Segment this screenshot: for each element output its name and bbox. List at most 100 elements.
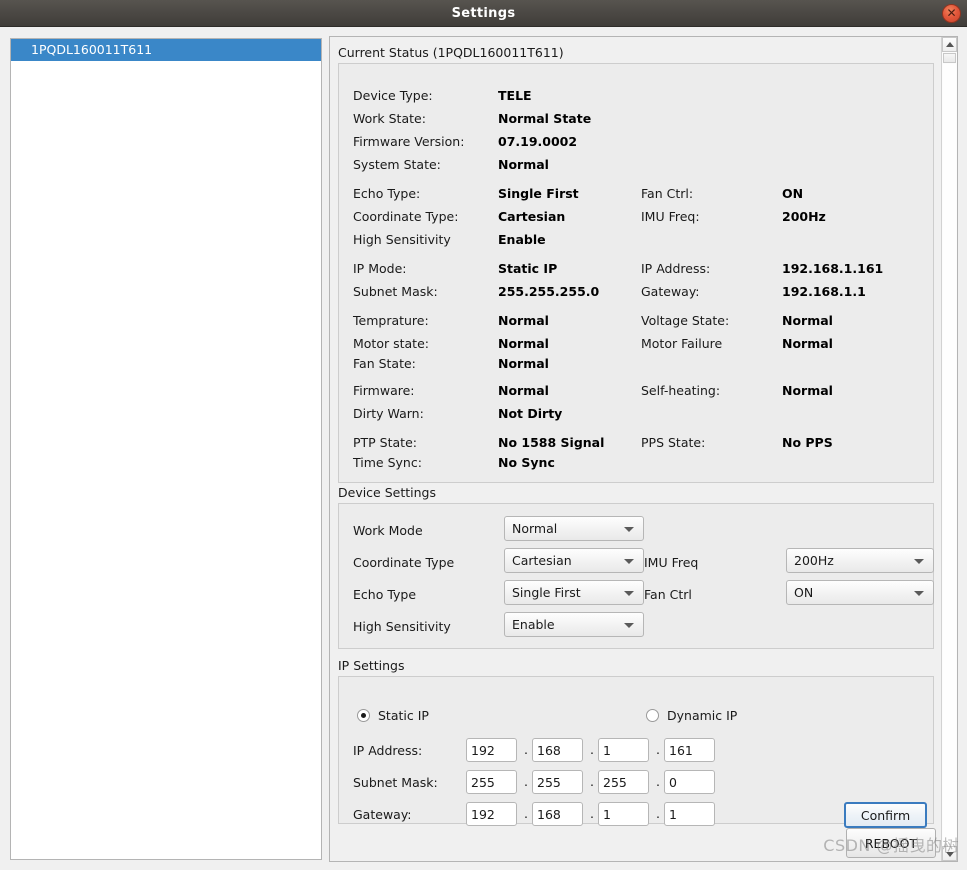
ip-settings-title: IP Settings <box>338 658 405 673</box>
chevron-down-icon <box>914 559 924 564</box>
status-value-ptp-state: No 1588 Signal <box>498 435 605 450</box>
status-value-dirty-warn: Not Dirty <box>498 406 563 421</box>
status-value-gateway: 192.168.1.1 <box>782 284 866 299</box>
confirm-button[interactable]: Confirm <box>844 802 927 828</box>
status-label-coordinate-type: Coordinate Type: <box>353 209 459 224</box>
gateway-separator-3: . <box>656 806 660 821</box>
status-value-motor-failure: Normal <box>782 336 833 351</box>
combo-imu-freq[interactable]: 200Hz <box>786 548 934 573</box>
status-label-imu-freq: IMU Freq: <box>641 209 700 224</box>
subnet-mask-separator-2: . <box>590 774 594 789</box>
label-imu-freq: IMU Freq <box>644 555 699 570</box>
status-value-echo-type: Single First <box>498 186 579 201</box>
status-label-fan-state: Fan State: <box>353 356 416 371</box>
status-value-firmware: Normal <box>498 383 549 398</box>
status-label-motor-failure: Motor Failure <box>641 336 723 351</box>
window-title: Settings <box>451 6 516 21</box>
status-value-subnet-mask: 255.255.255.0 <box>498 284 600 299</box>
chevron-down-icon <box>624 623 634 628</box>
settings-window: Settings ✕ 1PQDL160011T611 Current Statu… <box>0 0 967 870</box>
input-ip-address-octet-2[interactable] <box>532 738 583 762</box>
device-settings-group: Device Settings Work Mode Normal Coordin… <box>338 485 934 649</box>
input-gateway-octet-3[interactable] <box>598 802 649 826</box>
scrollbar-track[interactable] <box>943 64 956 845</box>
input-ip-address-octet-4[interactable] <box>664 738 715 762</box>
status-value-time-sync: No Sync <box>498 455 555 470</box>
combo-fan-ctrl[interactable]: ON <box>786 580 934 605</box>
input-ip-address-octet-1[interactable] <box>466 738 517 762</box>
vertical-scrollbar[interactable] <box>941 37 957 861</box>
input-subnet-mask-octet-2[interactable] <box>532 770 583 794</box>
ip-address-separator-2: . <box>590 742 594 757</box>
status-value-temprature: Normal <box>498 313 549 328</box>
status-label-motor-state: Motor state: <box>353 336 429 351</box>
input-subnet-mask-octet-1[interactable] <box>466 770 517 794</box>
status-label-dirty-warn: Dirty Warn: <box>353 406 424 421</box>
label-subnet-mask: Subnet Mask: <box>353 775 438 790</box>
combo-high-sensitivity-value: Enable <box>512 617 555 632</box>
status-label-high-sensitivity: High Sensitivity <box>353 232 451 247</box>
gateway-separator-1: . <box>524 806 528 821</box>
subnet-mask-separator-3: . <box>656 774 660 789</box>
combo-fan-ctrl-value: ON <box>794 585 814 600</box>
status-value-work-state: Normal State <box>498 111 592 126</box>
status-label-voltage-state: Voltage State: <box>641 313 730 328</box>
status-value-self-heating: Normal <box>782 383 833 398</box>
chevron-down-icon <box>624 527 634 532</box>
radio-dynamic-ip[interactable]: Dynamic IP <box>646 707 766 725</box>
status-label-self-heating: Self-heating: <box>641 383 721 398</box>
chevron-down-icon <box>624 559 634 564</box>
status-value-fan-state: Normal <box>498 356 549 371</box>
status-label-firmware-version: Firmware Version: <box>353 134 465 149</box>
label-coordinate-type: Coordinate Type <box>353 555 455 570</box>
status-label-ptp-state: PTP State: <box>353 435 417 450</box>
status-value-motor-state: Normal <box>498 336 549 351</box>
status-value-voltage-state: Normal <box>782 313 833 328</box>
ip-settings-group: IP Settings Static IP Dynamic IP IP Addr… <box>338 658 934 828</box>
label-work-mode: Work Mode <box>353 523 423 538</box>
title-bar: Settings ✕ <box>0 0 967 27</box>
status-label-pps-state: PPS State: <box>641 435 706 450</box>
status-label-fan-ctrl: Fan Ctrl: <box>641 186 694 201</box>
combo-imu-freq-value: 200Hz <box>794 553 834 568</box>
status-value-firmware-version: 07.19.0002 <box>498 134 578 149</box>
scroll-up-button[interactable] <box>942 37 957 52</box>
close-button[interactable]: ✕ <box>942 4 961 23</box>
combo-work-mode[interactable]: Normal <box>504 516 644 541</box>
input-gateway-octet-4[interactable] <box>664 802 715 826</box>
radio-static-ip[interactable]: Static IP <box>357 707 467 725</box>
input-subnet-mask-octet-3[interactable] <box>598 770 649 794</box>
settings-scroll-panel: Current Status (1PQDL160011T611) Device … <box>329 36 958 862</box>
status-value-ip-mode: Static IP <box>498 261 558 276</box>
status-value-high-sensitivity: Enable <box>498 232 546 247</box>
device-list-item[interactable]: 1PQDL160011T611 <box>11 39 321 61</box>
status-label-subnet-mask: Subnet Mask: <box>353 284 438 299</box>
reboot-button[interactable]: REBOOT <box>846 828 936 858</box>
ip-address-separator-1: . <box>524 742 528 757</box>
combo-echo-type[interactable]: Single First <box>504 580 644 605</box>
combo-coordinate-type-value: Cartesian <box>512 553 572 568</box>
label-fan-ctrl: Fan Ctrl <box>644 587 692 602</box>
device-list[interactable]: 1PQDL160011T611 <box>10 38 322 860</box>
gateway-separator-2: . <box>590 806 594 821</box>
subnet-mask-separator-1: . <box>524 774 528 789</box>
scrollbar-thumb[interactable] <box>943 53 956 63</box>
triangle-down-icon <box>945 851 954 857</box>
chevron-down-icon <box>914 591 924 596</box>
label-echo-type: Echo Type <box>353 587 417 602</box>
status-label-time-sync: Time Sync: <box>353 455 422 470</box>
radio-static-ip-indicator <box>357 709 370 722</box>
ip-address-separator-3: . <box>656 742 660 757</box>
combo-coordinate-type[interactable]: Cartesian <box>504 548 644 573</box>
input-gateway-octet-1[interactable] <box>466 802 517 826</box>
radio-dynamic-ip-indicator <box>646 709 659 722</box>
current-status-group: Current Status (1PQDL160011T611) Device … <box>338 45 934 483</box>
input-ip-address-octet-3[interactable] <box>598 738 649 762</box>
status-label-system-state: System State: <box>353 157 441 172</box>
status-value-device-type: TELE <box>498 88 532 103</box>
scroll-down-button[interactable] <box>942 846 957 861</box>
combo-high-sensitivity[interactable]: Enable <box>504 612 644 637</box>
status-label-temprature: Temprature: <box>353 313 429 328</box>
input-subnet-mask-octet-4[interactable] <box>664 770 715 794</box>
input-gateway-octet-2[interactable] <box>532 802 583 826</box>
